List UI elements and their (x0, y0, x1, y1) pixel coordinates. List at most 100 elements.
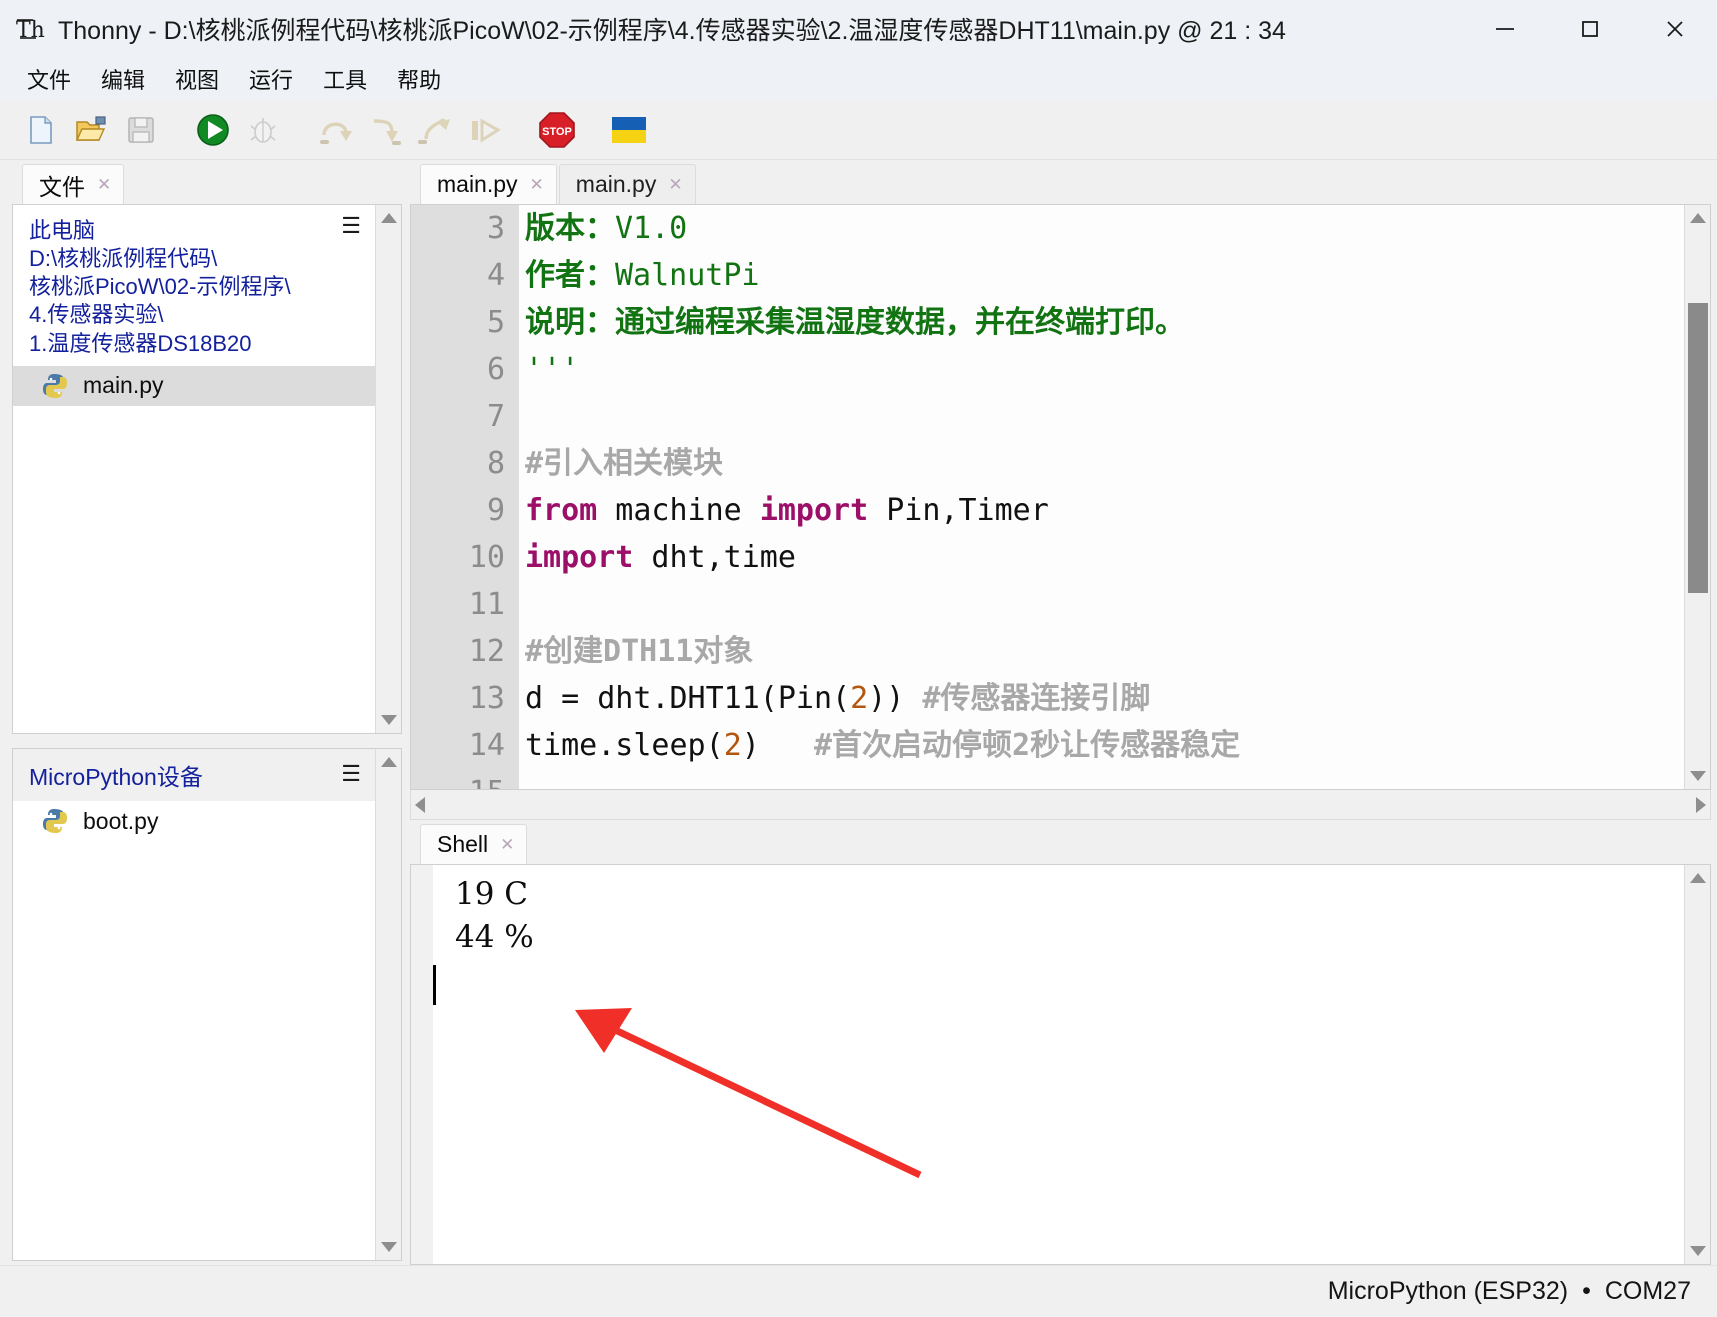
svg-text:STOP: STOP (542, 126, 572, 138)
scroll-down-arrow-icon[interactable] (1685, 763, 1711, 789)
device-scrollbar[interactable] (375, 749, 401, 1260)
step-out-icon (418, 117, 450, 144)
scroll-up-arrow-icon[interactable] (1685, 865, 1711, 891)
code-line[interactable] (525, 581, 1684, 628)
menu-edit[interactable]: 编辑 (88, 59, 158, 99)
hamburger-menu-icon[interactable]: ☰ (341, 215, 361, 237)
editor-vertical-scrollbar[interactable] (1684, 205, 1710, 789)
scroll-down-arrow-icon[interactable] (1685, 1238, 1711, 1264)
code-line[interactable]: time.sleep(2) #首次启动停顿2秒让传感器稳定 (525, 722, 1684, 769)
code-line[interactable]: from machine import Pin,Timer (525, 487, 1684, 534)
files-tree[interactable]: 此电脑 D:\核桃派例程代码\ 核桃派PicoW\02-示例程序\ 4.传感器实… (13, 205, 375, 733)
code-line[interactable] (525, 393, 1684, 440)
code-line[interactable]: 说明：通过编程采集温湿度数据，并在终端打印。 (525, 299, 1684, 346)
open-file-button[interactable] (68, 107, 114, 153)
hamburger-menu-icon[interactable]: ☰ (341, 763, 361, 785)
tab-files[interactable]: 文件 ✕ (22, 164, 125, 204)
code-token: machine (597, 493, 760, 528)
device-file-label: boot.py (83, 807, 159, 834)
scroll-down-arrow-icon[interactable] (376, 1234, 402, 1260)
breadcrumb-line-3: 核桃派PicoW\02-示例程序\ (29, 274, 291, 300)
line-number: 14 (468, 728, 505, 763)
scroll-up-arrow-icon[interactable] (1685, 205, 1711, 231)
code-token: Pin,Timer (868, 493, 1049, 528)
ukraine-flag-button[interactable] (606, 107, 652, 153)
code-text[interactable]: 版本：V1.0 作者：WalnutPi 说明：通过编程采集温湿度数据，并在终端打印。… (519, 205, 1684, 789)
device-file-boot-py[interactable]: boot.py (13, 801, 375, 841)
shell-scrollbar[interactable] (1684, 865, 1710, 1264)
menu-run[interactable]: 运行 (236, 59, 306, 99)
shell-region: Shell ✕ 19 C 44 % (410, 820, 1711, 1265)
line-number: 9 (486, 493, 505, 528)
step-into-button[interactable] (362, 107, 408, 153)
scroll-left-arrow-icon[interactable] (415, 796, 425, 813)
status-interpreter[interactable]: MicroPython (ESP32) (1328, 1277, 1568, 1306)
step-out-button[interactable] (412, 107, 458, 153)
shell-left-margin (411, 865, 433, 1264)
menu-file[interactable]: 文件 (14, 59, 84, 99)
code-token: 说明：通过编程采集温湿度数据，并在终端打印。 (525, 305, 1185, 340)
line-number-gutter: 3 4 5 6 7 8 9 10 11 12 13 14 15 (411, 205, 519, 789)
shell-output[interactable]: 19 C 44 % (433, 865, 1684, 1264)
scroll-up-arrow-icon[interactable] (376, 205, 402, 231)
maximize-button[interactable] (1547, 0, 1632, 58)
code-token: 作者： (525, 258, 615, 293)
breadcrumb-line-5: 1.温度传感器DS18B20 (29, 330, 252, 356)
close-icon[interactable]: ✕ (500, 835, 514, 855)
scroll-down-arrow-icon[interactable] (376, 707, 402, 733)
step-over-button[interactable] (312, 107, 358, 153)
code-line[interactable]: ''' (525, 346, 1684, 393)
tab-editor-main-py-1[interactable]: main.py ✕ (420, 164, 557, 204)
close-icon[interactable]: ✕ (97, 175, 111, 195)
menu-help[interactable]: 帮助 (384, 59, 454, 99)
line-number: 12 (468, 634, 505, 669)
breadcrumb-line-1: 此电脑 (29, 218, 96, 243)
shell-tabstrip: Shell ✕ (410, 820, 1711, 864)
close-icon[interactable]: ✕ (530, 175, 544, 195)
tab-editor-main-py-2[interactable]: main.py ✕ (558, 164, 696, 204)
close-button[interactable] (1632, 0, 1717, 58)
new-file-button[interactable] (18, 107, 64, 153)
scroll-up-arrow-icon[interactable] (376, 749, 402, 775)
python-file-icon (41, 807, 69, 835)
menu-view[interactable]: 视图 (162, 59, 232, 99)
thonny-window: Th Thonny - D:\核桃派例程代码\核桃派PicoW\02-示例程序\… (0, 0, 1717, 1317)
step-into-icon (373, 118, 401, 145)
minimize-button[interactable] (1462, 0, 1547, 58)
files-tabstrip: 文件 ✕ (12, 160, 402, 204)
shell-line: 19 C (455, 876, 529, 912)
tab-shell[interactable]: Shell ✕ (420, 824, 528, 864)
code-line[interactable] (525, 769, 1684, 789)
code-editor[interactable]: 3456789101112131415 版本：V1.0作者：WalnutPi说明… (411, 205, 1684, 789)
code-line[interactable]: #引入相关模块 (525, 440, 1684, 487)
scroll-right-arrow-icon[interactable] (1696, 796, 1706, 813)
resume-button[interactable] (462, 107, 508, 153)
tab-label: main.py (437, 171, 518, 197)
close-icon[interactable]: ✕ (668, 175, 682, 195)
line-number: 15 (411, 769, 505, 789)
editor-horizontal-scrollbar[interactable] (410, 790, 1711, 820)
editor-scroll-thumb[interactable] (1687, 303, 1708, 593)
line-number: 7 (486, 399, 505, 434)
stop-button[interactable]: STOP (534, 107, 580, 153)
code-line[interactable]: #创建DTH11对象 (525, 628, 1684, 675)
menu-tools[interactable]: 工具 (310, 59, 380, 99)
breadcrumb-line-2: D:\核桃派例程代码\ (29, 246, 218, 272)
code-line[interactable]: d = dht.DHT11(Pin(2)) #传感器连接引脚 (525, 675, 1684, 722)
thonny-logo-icon: Th (16, 14, 46, 44)
run-button[interactable] (190, 107, 236, 153)
debug-button[interactable] (240, 107, 286, 153)
code-line[interactable]: 版本：V1.0 (525, 205, 1684, 252)
status-port[interactable]: COM27 (1605, 1277, 1691, 1306)
save-file-button[interactable] (118, 107, 164, 153)
code-line[interactable]: 作者：WalnutPi (525, 252, 1684, 299)
new-file-icon (30, 115, 52, 144)
device-tree[interactable]: MicroPython设备 ☰ boot.py (13, 749, 375, 1260)
run-play-icon (197, 113, 229, 146)
file-item-main-py[interactable]: main.py (13, 365, 375, 406)
line-number: 11 (468, 587, 505, 622)
code-line[interactable]: import dht,time (525, 534, 1684, 581)
svg-text:Th: Th (16, 18, 45, 43)
files-scrollbar[interactable] (375, 205, 401, 733)
code-token: ) (741, 728, 814, 763)
